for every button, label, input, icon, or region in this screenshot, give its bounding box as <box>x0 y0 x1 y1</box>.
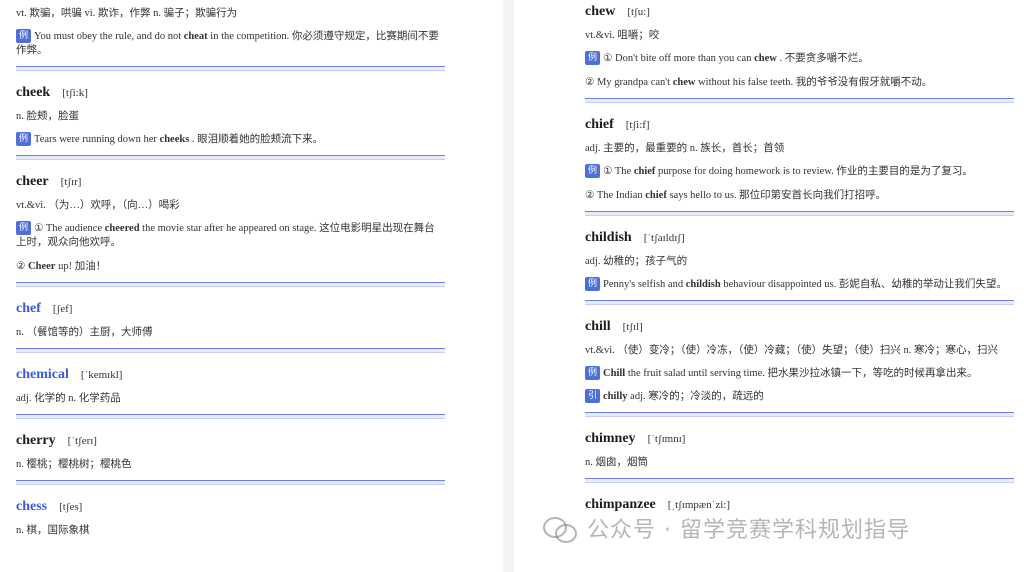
watermark: 公众号 · 留学竞赛学科规划指导 <box>543 512 910 544</box>
derivative-tag-icon: 引 <box>585 389 601 403</box>
definition: vt. 欺骗，哄骗 vi. 欺诈，作弊 n. 骗子；欺骗行为 <box>16 8 238 19</box>
phonetic: [tʃes] <box>59 501 83 513</box>
phonetic: [tʃɪr] <box>60 176 82 188</box>
headword: chill <box>585 319 611 334</box>
entry-chew: chew [tʃu:] vt.&vi. 咀嚼；咬 例① Don't bite of… <box>585 4 1014 103</box>
entry-chess: chess [tʃes] n. 棋，国际象棋 <box>16 499 445 538</box>
entry-chimney: chimney [ˈtʃɪmnɪ] n. 烟囱，烟筒 <box>585 431 1014 483</box>
example-tag-icon: 例 <box>585 164 601 178</box>
definition: adj. 幼稚的；孩子气的 <box>585 256 688 267</box>
separator <box>16 348 445 353</box>
example: 例① Don't bite off more than you can chew… <box>585 51 1014 66</box>
definition: n. 脸颊，脸蛋 <box>16 111 79 122</box>
definition: n. （餐馆等的）主厨，大师傅 <box>16 327 153 338</box>
example: ② The Indian chief says hello to us. 那位印… <box>585 190 887 201</box>
phonetic: [ˈkemɪkl] <box>80 369 123 381</box>
definition: n. 棋，国际象棋 <box>16 525 90 536</box>
headword: chimpanzee <box>585 497 656 512</box>
example-tag-icon: 例 <box>585 366 601 380</box>
phonetic: [ʃef] <box>52 303 73 315</box>
headword: cheek <box>16 85 51 100</box>
phonetic: [ˌtʃɪmpænˈzi:] <box>667 499 731 511</box>
headword: childish <box>585 230 632 245</box>
example: 例① The chief purpose for doing homework … <box>585 164 1014 179</box>
entry-cheer: cheer [tʃɪr] vt.&vi. （为…）欢呼，（向…）喝彩 例① The… <box>16 174 445 287</box>
headword: chief <box>585 117 614 132</box>
separator <box>585 478 1014 483</box>
headword-link[interactable]: chemical <box>16 367 69 383</box>
entry-cheek: cheek [tʃi:k] n. 脸颊，脸蛋 例 Tears were runnin… <box>16 85 445 160</box>
headword: chimney <box>585 431 636 446</box>
phonetic: [ˈtʃerɪ] <box>67 435 97 447</box>
definition: adj. 化学的 n. 化学药品 <box>16 393 121 404</box>
example-tag-icon: 例 <box>16 29 32 43</box>
headword: cheer <box>16 174 49 189</box>
headword-link[interactable]: chess <box>16 499 47 515</box>
entry-childish: childish [ˈtʃaɪldɪʃ] adj. 幼稚的；孩子气的 例 Penny… <box>585 230 1014 305</box>
separator <box>16 155 445 160</box>
left-page: vt. 欺骗，哄骗 vi. 欺诈，作弊 n. 骗子；欺骗行为 例 You must… <box>0 0 503 572</box>
separator <box>585 300 1014 305</box>
example-tag-icon: 例 <box>16 132 32 146</box>
example-tag-icon: 例 <box>585 277 601 291</box>
headword: chew <box>585 4 616 19</box>
definition: vt.&vi. （使）变冷；（使）冷冻，（使）冷藏；（使）失望；（使）扫兴 n.… <box>585 345 998 356</box>
example: 例① The audience cheered the movie star a… <box>16 221 435 248</box>
separator <box>585 412 1014 417</box>
separator <box>16 480 445 485</box>
example: ② Cheer up! 加油！ <box>16 261 107 272</box>
example: 例 Chill the fruit salad until serving tim… <box>585 366 1014 381</box>
phonetic: [ˈtʃɪmnɪ] <box>647 433 686 445</box>
separator <box>16 66 445 71</box>
entry-chef: chef [ʃef] n. （餐馆等的）主厨，大师傅 <box>16 301 445 353</box>
headword-link[interactable]: chef <box>16 301 41 317</box>
definition: vt.&vi. 咀嚼；咬 <box>585 30 660 41</box>
definition: n. 烟囱，烟筒 <box>585 457 648 468</box>
separator <box>585 211 1014 216</box>
wechat-icon <box>543 515 577 543</box>
entry-chimpanzee: chimpanzee [ˌtʃɪmpænˈzi:] <box>585 497 1014 513</box>
separator <box>16 414 445 419</box>
phonetic: [ˈtʃaɪldɪʃ] <box>643 232 685 244</box>
example-tag-icon: 例 <box>585 51 601 65</box>
entry-cheat-tail: vt. 欺骗，哄骗 vi. 欺诈，作弊 n. 骗子；欺骗行为 例 You must… <box>16 6 445 71</box>
definition: n. 樱桃；樱桃树；樱桃色 <box>16 459 132 470</box>
example: 例 Penny's selfish and childish behaviour … <box>585 277 1014 292</box>
right-page: chew [tʃu:] vt.&vi. 咀嚼；咬 例① Don't bite of… <box>514 0 1024 572</box>
entry-cherry: cherry [ˈtʃerɪ] n. 樱桃；樱桃树；樱桃色 <box>16 433 445 485</box>
example: ② My grandpa can't chew without his fals… <box>585 77 933 88</box>
headword: cherry <box>16 433 56 448</box>
entry-chill: chill [tʃɪl] vt.&vi. （使）变冷；（使）冷冻，（使）冷藏；（使… <box>585 319 1014 417</box>
separator <box>16 282 445 287</box>
example-tag-icon: 例 <box>16 221 32 235</box>
phonetic: [tʃi:k] <box>62 87 88 99</box>
entry-chemical: chemical [ˈkemɪkl] adj. 化学的 n. 化学药品 <box>16 367 445 419</box>
definition: adj. 主要的，最重要的 n. 族长，首长；首领 <box>585 143 785 154</box>
phonetic: [tʃɪl] <box>622 321 643 333</box>
derivative: 引 chilly adj. 寒冷的；冷淡的，疏远的 <box>585 389 1014 404</box>
separator <box>585 98 1014 103</box>
phonetic: [tʃi:f] <box>625 119 650 131</box>
example: 例 Tears were running down her cheeks . 眼泪… <box>16 132 445 147</box>
phonetic: [tʃu:] <box>627 6 650 18</box>
example: 例 You must obey the rule, and do not chea… <box>16 29 439 56</box>
definition: vt.&vi. （为…）欢呼，（向…）喝彩 <box>16 200 180 211</box>
entry-chief: chief [tʃi:f] adj. 主要的，最重要的 n. 族长，首长；首领 例… <box>585 117 1014 216</box>
